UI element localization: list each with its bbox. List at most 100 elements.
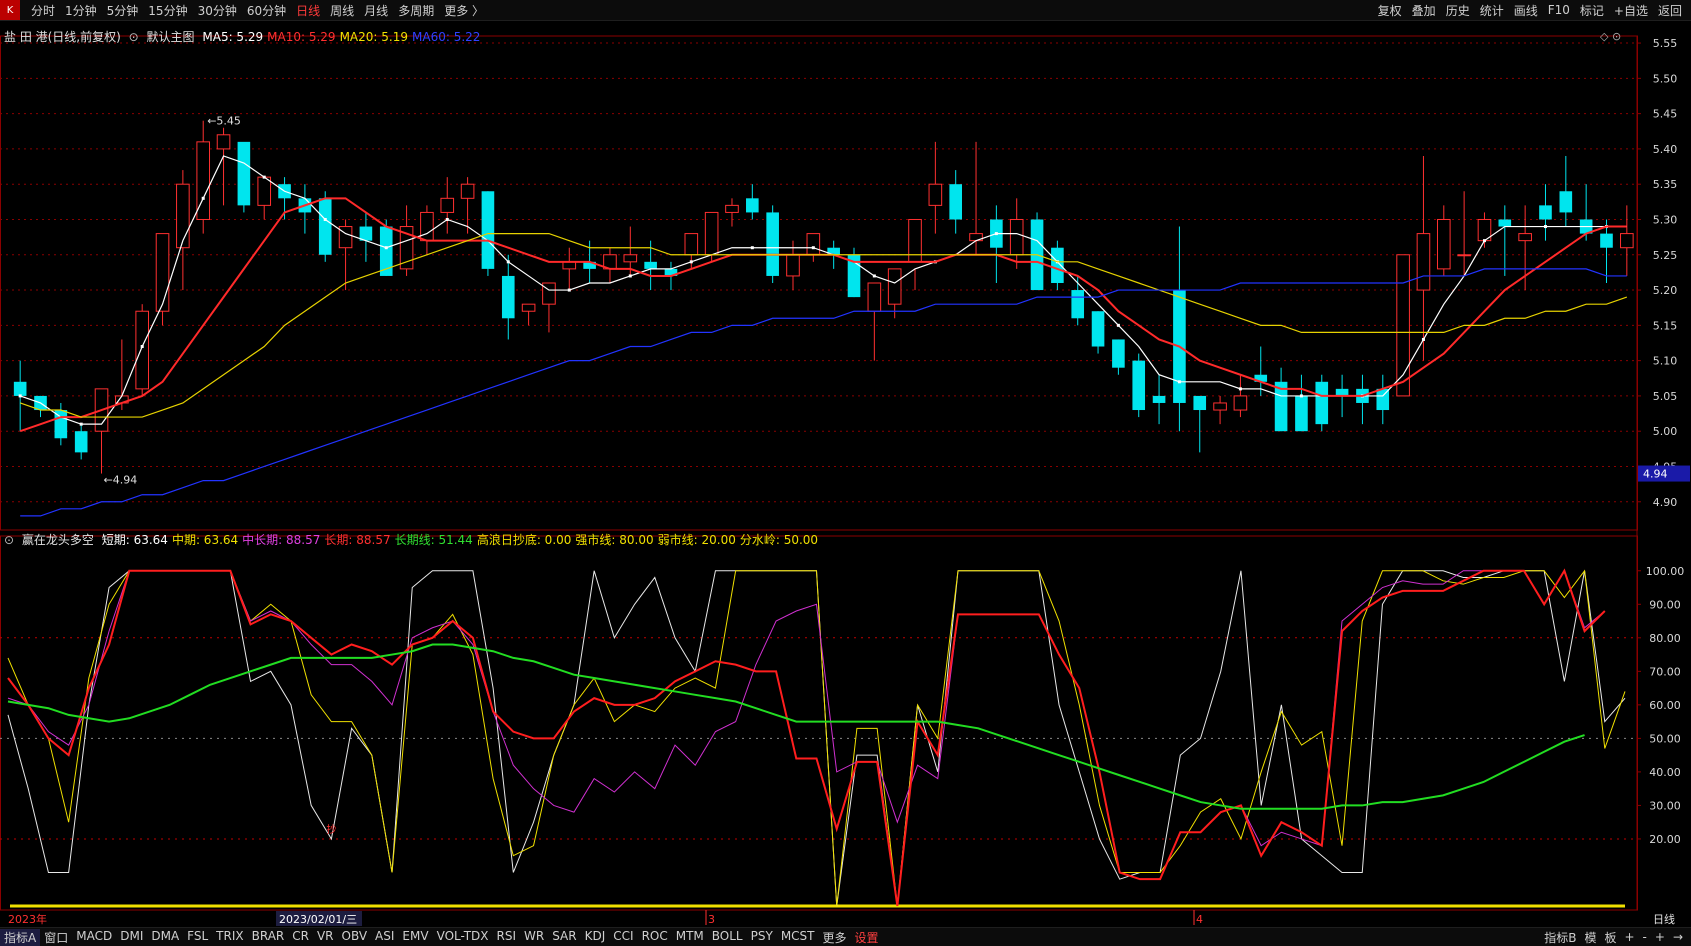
period-list: 分时 1分钟 5分钟 15分钟 30分钟 60分钟 日线 周线 月线 多周期 更多 〉 — [26, 2, 489, 19]
tool-button-2[interactable]: 历史 — [1441, 2, 1475, 19]
indicator-legend-2: 中长期: 88.57 — [242, 533, 321, 547]
indicator-tab-6[interactable]: TRIX — [212, 929, 247, 946]
ma-legend-2: MA20: 5.19 — [339, 30, 408, 44]
indicator-tab-12[interactable]: EMV — [398, 929, 432, 946]
indicator-tab-24[interactable]: 更多 — [819, 929, 851, 946]
indicator-tab-2[interactable]: MACD — [72, 929, 116, 946]
period-tab-1[interactable]: 1分钟 — [60, 2, 102, 19]
candle-body-down — [1315, 381, 1329, 425]
bottom-control-5[interactable]: + — [1651, 930, 1669, 944]
ma5-marker — [750, 246, 754, 250]
tool-button-3[interactable]: 统计 — [1475, 2, 1509, 19]
indicator-tab-13[interactable]: VOL-TDX — [433, 929, 493, 946]
candle-body-down — [1132, 360, 1146, 411]
tool-button-7[interactable]: +自选 — [1609, 2, 1653, 19]
candle-body-up — [155, 233, 170, 312]
indicator-tab-18[interactable]: CCI — [609, 929, 637, 946]
ma5-marker — [140, 345, 144, 349]
period-tab-5[interactable]: 60分钟 — [242, 2, 291, 19]
bottom-control-6[interactable]: → — [1669, 930, 1687, 944]
candle-body-up — [338, 226, 353, 249]
ma5-marker — [1177, 380, 1181, 384]
template-icon[interactable]: ⊙ — [129, 30, 139, 44]
period-tab-4[interactable]: 30分钟 — [193, 2, 242, 19]
indicator-settings-icon[interactable]: ⊙ — [4, 533, 14, 547]
indicator-tab-22[interactable]: PSY — [747, 929, 777, 946]
candle-body-up — [1436, 218, 1451, 270]
indicator-tab-5[interactable]: FSL — [183, 929, 212, 946]
tool-button-0[interactable]: 复权 — [1373, 2, 1407, 19]
period-tab-2[interactable]: 5分钟 — [102, 2, 144, 19]
bottom-control-4[interactable]: - — [1639, 930, 1651, 944]
main-ytick-label: 5.50 — [1653, 72, 1678, 85]
indicator-tab-20[interactable]: MTM — [672, 929, 708, 946]
candle-body-up — [1518, 233, 1532, 242]
indicator-tab-9[interactable]: VR — [313, 929, 338, 946]
app-logo[interactable]: K — [0, 0, 20, 20]
indicator-legend-4: 长期线: 51.44 — [394, 533, 473, 547]
indicator-tab-16[interactable]: SAR — [548, 929, 580, 946]
candle-body-down — [1295, 395, 1308, 432]
bottom-control-1[interactable]: 模 — [1580, 929, 1600, 946]
period-tab-8[interactable]: 月线 — [359, 2, 393, 19]
candle-body-up — [1213, 402, 1227, 411]
candle-body-down — [1559, 191, 1573, 213]
candle-body-down — [1498, 219, 1512, 227]
indicator-tab-4[interactable]: DMA — [147, 929, 183, 946]
indicator-tab-11[interactable]: ASI — [371, 929, 398, 946]
period-tab-3[interactable]: 15分钟 — [143, 2, 192, 19]
tool-button-6[interactable]: 标记 — [1575, 2, 1609, 19]
candle-body-down — [644, 261, 657, 269]
candle-body-up — [725, 204, 739, 213]
tool-button-8[interactable]: 返回 — [1653, 2, 1687, 19]
bottom-control-0[interactable]: 指标B — [1540, 929, 1580, 946]
indicator-tab-21[interactable]: BOLL — [708, 929, 747, 946]
candle-body-down — [237, 141, 251, 206]
indicator-tab-14[interactable]: RSI — [493, 929, 521, 946]
ma5-marker — [1299, 394, 1303, 398]
period-tab-6[interactable]: 日线 — [291, 2, 325, 19]
ma5-marker — [323, 217, 327, 221]
period-tab-10[interactable]: 更多 〉 — [439, 2, 489, 19]
sub-ytick-label: 70.00 — [1649, 665, 1681, 678]
sub-ytick-label: 80.00 — [1649, 632, 1681, 645]
bottom-control-2[interactable]: 板 — [1600, 929, 1620, 946]
indicator-legend-5: 高浪日抄底: 0.00 — [476, 533, 572, 547]
candle-body-down — [1539, 205, 1552, 220]
ma5-marker — [506, 260, 510, 264]
indicator-tab-8[interactable]: CR — [288, 929, 313, 946]
candle-body-down — [1600, 233, 1613, 248]
ma5-marker — [1421, 337, 1425, 341]
candle-body-up — [887, 268, 902, 305]
indicator-tab-7[interactable]: BRAR — [248, 929, 289, 946]
indicator-tab-23[interactable]: MCST — [777, 929, 819, 946]
ma5-marker — [567, 288, 571, 292]
settings-diamond-icon[interactable]: ◇ ⊙ — [1600, 30, 1621, 43]
indicator-tab-10[interactable]: OBV — [338, 929, 372, 946]
period-tab-0[interactable]: 分时 — [26, 2, 60, 19]
bottom-control-3[interactable]: + — [1620, 930, 1638, 944]
period-tab-9[interactable]: 多周期 — [393, 2, 439, 19]
indicator-tab-1[interactable]: 窗口 — [40, 929, 72, 946]
tool-button-1[interactable]: 叠加 — [1407, 2, 1441, 19]
x-label-month-4: 4 — [1196, 913, 1203, 926]
indicator-tab-15[interactable]: WR — [520, 929, 548, 946]
ma5-marker — [384, 246, 388, 250]
indicator-tab-19[interactable]: ROC — [638, 929, 672, 946]
indicator-list: 指标A 窗口 MACD DMI DMA FSL TRIX BRAR CR VR OBV ASI EMV V… — [0, 928, 883, 946]
stock-chart[interactable]: 5.55 5.50 5.45 5.40 5.35 5.30 5.25 5.20 5.15 5.10… — [0, 20, 1691, 927]
indicator-tab-17[interactable]: KDJ — [581, 929, 610, 946]
indicator-tab-0[interactable]: 指标A — [0, 928, 41, 946]
template-name[interactable]: 默认主图 — [147, 30, 195, 44]
main-ytick-label: 5.05 — [1653, 390, 1678, 403]
indicator-tab-3[interactable]: DMI — [116, 929, 147, 946]
candle-body-up — [867, 282, 882, 312]
main-ytick-label: 5.45 — [1653, 108, 1678, 121]
tool-button-4[interactable]: 画线 — [1509, 2, 1543, 19]
main-ytick-label: 5.10 — [1653, 355, 1678, 368]
ma-legend-items: MA5: 5.29 MA10: 5.29 MA20: 5.19 MA60: 5.22 — [202, 30, 484, 44]
period-tab-7[interactable]: 周线 — [325, 2, 359, 19]
tool-button-5[interactable]: F10 — [1543, 3, 1575, 17]
candle-body-down — [318, 198, 332, 255]
indicator-tab-25[interactable]: 设置 — [851, 929, 883, 946]
